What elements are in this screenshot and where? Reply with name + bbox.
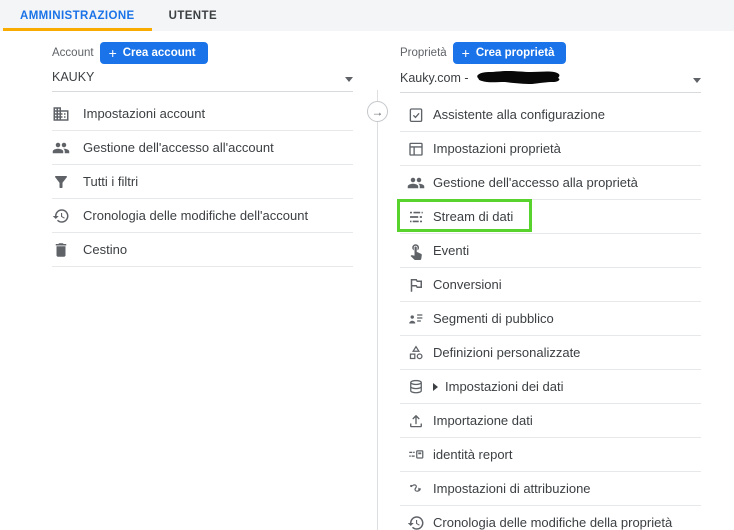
account-column: Account + Crea account KAUKY Impostazion… bbox=[52, 42, 353, 267]
trash-icon bbox=[55, 242, 67, 257]
menu-item-label: Cronologia delle modifiche della proprie… bbox=[433, 515, 673, 530]
menu-item-cronologia-proprieta[interactable]: Cronologia delle modifiche della proprie… bbox=[400, 506, 701, 530]
database-icon bbox=[410, 379, 422, 393]
touch-icon bbox=[410, 243, 422, 260]
column-divider bbox=[377, 90, 378, 530]
property-column: Proprietà + Crea proprietà Kauky.com - A… bbox=[397, 42, 701, 530]
menu-item-conversioni[interactable]: Conversioni bbox=[400, 268, 701, 302]
column-connector-button[interactable]: → bbox=[367, 101, 388, 122]
menu-item-label: Gestione dell'accesso all'account bbox=[83, 140, 274, 155]
chevron-down-icon bbox=[693, 78, 701, 83]
menu-item-segmenti-di-pubblico[interactable]: Segmenti di pubblico bbox=[400, 302, 701, 336]
audience-icon bbox=[409, 313, 423, 323]
menu-item-label: Eventi bbox=[433, 243, 470, 258]
create-account-button[interactable]: + Crea account bbox=[99, 42, 208, 64]
tab-amministrazione[interactable]: AMMINISTRAZIONE bbox=[3, 0, 152, 31]
menu-item-label: Impostazioni proprietà bbox=[433, 141, 561, 156]
clipboard-check-icon bbox=[409, 107, 423, 122]
property-header: Proprietà + Crea proprietà bbox=[400, 42, 701, 64]
menu-item-eventi[interactable]: Eventi bbox=[400, 234, 701, 268]
tab-amministrazione-label: AMMINISTRAZIONE bbox=[20, 9, 135, 22]
menu-item-label: Tutti i filtri bbox=[83, 174, 139, 189]
menu-item-label: Assistente alla configurazione bbox=[433, 107, 605, 122]
menu-item-label: Gestione dell'accesso alla proprietà bbox=[433, 175, 638, 190]
tab-utente-label: UTENTE bbox=[168, 9, 218, 22]
history-icon bbox=[407, 515, 424, 530]
flag-icon bbox=[410, 278, 422, 292]
collapsed-arrow-icon[interactable] bbox=[433, 382, 438, 391]
people-icon bbox=[407, 177, 425, 188]
menu-item-label: Cronologia delle modifiche dell'account bbox=[83, 208, 309, 223]
menu-item-cestino[interactable]: Cestino bbox=[52, 233, 353, 267]
menu-item-label: Cestino bbox=[83, 242, 128, 257]
menu-item-label: Impostazioni dei dati bbox=[445, 379, 564, 394]
history-icon bbox=[52, 208, 69, 223]
menu-item-tutti-i-filtri[interactable]: Tutti i filtri bbox=[52, 165, 353, 199]
menu-item-impostazioni-account[interactable]: Impostazioni account bbox=[52, 97, 353, 131]
menu-item-label: Stream di dati bbox=[433, 209, 514, 224]
menu-item-label: Segmenti di pubblico bbox=[433, 311, 554, 326]
building-icon bbox=[53, 106, 69, 121]
identity-icon bbox=[409, 449, 424, 459]
menu-item-stream-di-dati[interactable]: Stream di dati bbox=[397, 199, 701, 234]
redacted-text bbox=[476, 71, 559, 84]
account-header: Account + Crea account bbox=[52, 42, 353, 64]
account-selector-value: KAUKY bbox=[52, 70, 95, 84]
people-icon bbox=[52, 142, 70, 153]
menu-item-identita-report[interactable]: identità report bbox=[400, 438, 701, 472]
account-label: Account bbox=[52, 47, 94, 59]
menu-item-label: Impostazioni di attribuzione bbox=[433, 481, 591, 496]
property-label: Proprietà bbox=[400, 47, 447, 59]
property-menu: Assistente alla configurazione Impostazi… bbox=[397, 98, 701, 530]
chevron-down-icon bbox=[345, 77, 353, 82]
attribution-icon bbox=[410, 483, 421, 492]
admin-page: AMMINISTRAZIONE UTENTE → Account + Crea … bbox=[0, 0, 734, 530]
menu-item-importazione-dati[interactable]: Importazione dati bbox=[400, 404, 701, 438]
create-property-button[interactable]: + Crea proprietà bbox=[452, 42, 567, 64]
menu-item-gestione-accesso-account[interactable]: Gestione dell'accesso all'account bbox=[52, 131, 353, 165]
menu-item-label: identità report bbox=[433, 447, 513, 462]
property-selector-value: Kauky.com - bbox=[400, 70, 469, 85]
tab-utente[interactable]: UTENTE bbox=[152, 0, 234, 31]
menu-item-gestione-accesso-proprieta[interactable]: Gestione dell'accesso alla proprietà bbox=[400, 166, 701, 200]
menu-item-label: Impostazioni account bbox=[83, 106, 206, 121]
menu-item-impostazioni-dei-dati[interactable]: Impostazioni dei dati bbox=[400, 370, 701, 404]
tab-bar: AMMINISTRAZIONE UTENTE bbox=[0, 0, 734, 31]
data-stream-icon bbox=[410, 211, 423, 222]
create-property-button-label: Crea proprietà bbox=[475, 47, 555, 59]
plus-icon: + bbox=[108, 45, 117, 61]
shapes-icon bbox=[409, 345, 423, 359]
filter-icon bbox=[55, 175, 67, 188]
menu-item-definizioni-personalizzate[interactable]: Definizioni personalizzate bbox=[400, 336, 701, 370]
create-account-button-label: Crea account bbox=[122, 47, 196, 59]
active-tab-underline bbox=[3, 28, 152, 31]
menu-item-label: Conversioni bbox=[433, 277, 502, 292]
upload-icon bbox=[410, 414, 422, 427]
menu-item-cronologia-account[interactable]: Cronologia delle modifiche dell'account bbox=[52, 199, 353, 233]
menu-item-impostazioni-di-attribuzione[interactable]: Impostazioni di attribuzione bbox=[400, 472, 701, 506]
menu-item-impostazioni-proprieta[interactable]: Impostazioni proprietà bbox=[400, 132, 701, 166]
menu-item-label: Importazione dati bbox=[433, 413, 533, 428]
plus-icon: + bbox=[461, 45, 470, 61]
menu-item-assistente-configurazione[interactable]: Assistente alla configurazione bbox=[400, 98, 701, 132]
account-menu: Impostazioni account Gestione dell'acces… bbox=[52, 97, 353, 267]
right-arrow-icon: → bbox=[371, 104, 384, 119]
window-icon bbox=[409, 142, 423, 156]
account-selector[interactable]: KAUKY bbox=[52, 70, 353, 92]
property-selector[interactable]: Kauky.com - bbox=[400, 70, 701, 93]
menu-item-label: Definizioni personalizzate bbox=[433, 345, 581, 360]
